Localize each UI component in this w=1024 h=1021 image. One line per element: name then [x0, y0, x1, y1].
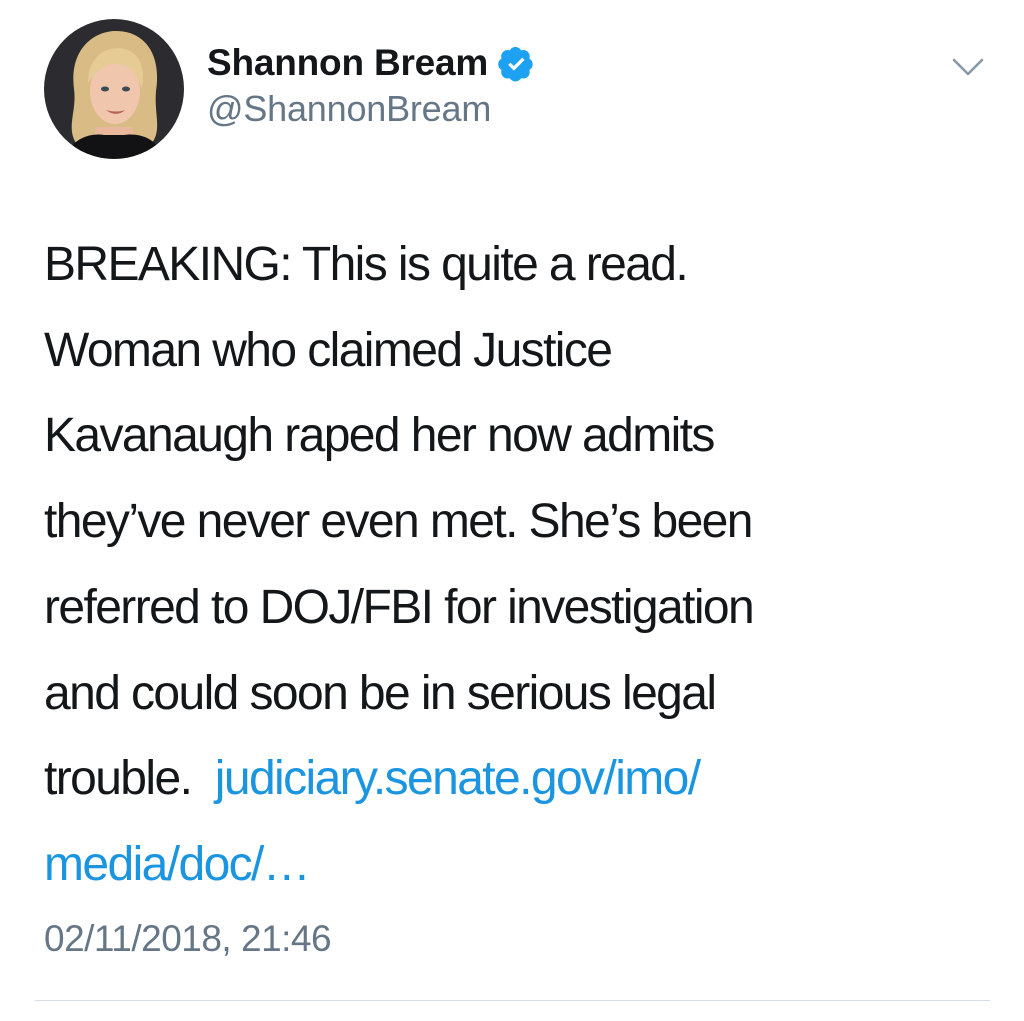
tweet-text-line: BREAKING: This is quite a read. [44, 238, 689, 291]
tweet-link-continuation: media/doc/… [44, 822, 1004, 908]
tweet-text-line: they’ve never even met. She’s been [44, 495, 753, 549]
author-name-row[interactable]: Shannon Bream [207, 38, 535, 88]
verified-badge-icon [498, 45, 535, 82]
tweet-link[interactable]: media/doc/… [44, 838, 311, 891]
tweet-text-line: referred to DOJ/FBI for investigation [44, 580, 755, 634]
tweet-text-line: and could soon be in serious legal [44, 666, 717, 720]
divider [35, 1000, 990, 1001]
tweet-link[interactable]: judiciary.senate.gov/imo/ [215, 752, 701, 805]
tweet-text: BREAKING: This is quite a read. Woman wh… [44, 222, 1004, 908]
author-display-name[interactable]: Shannon Bream [207, 42, 488, 84]
tweet-text-line: Woman who claimed Justice [44, 323, 613, 377]
avatar[interactable] [44, 19, 184, 159]
tweet-text-line: trouble. [44, 752, 215, 806]
tweet-text-line: Kavanaugh raped her now admits [44, 409, 715, 463]
tweet-text-line-with-link: trouble. judiciary.senate.gov/imo/ [44, 736, 1004, 822]
author-handle[interactable]: @ShannonBream [207, 88, 491, 130]
chevron-down-icon[interactable] [950, 52, 986, 80]
tweet-timestamp[interactable]: 02/11/2018, 21:46 [44, 918, 332, 960]
